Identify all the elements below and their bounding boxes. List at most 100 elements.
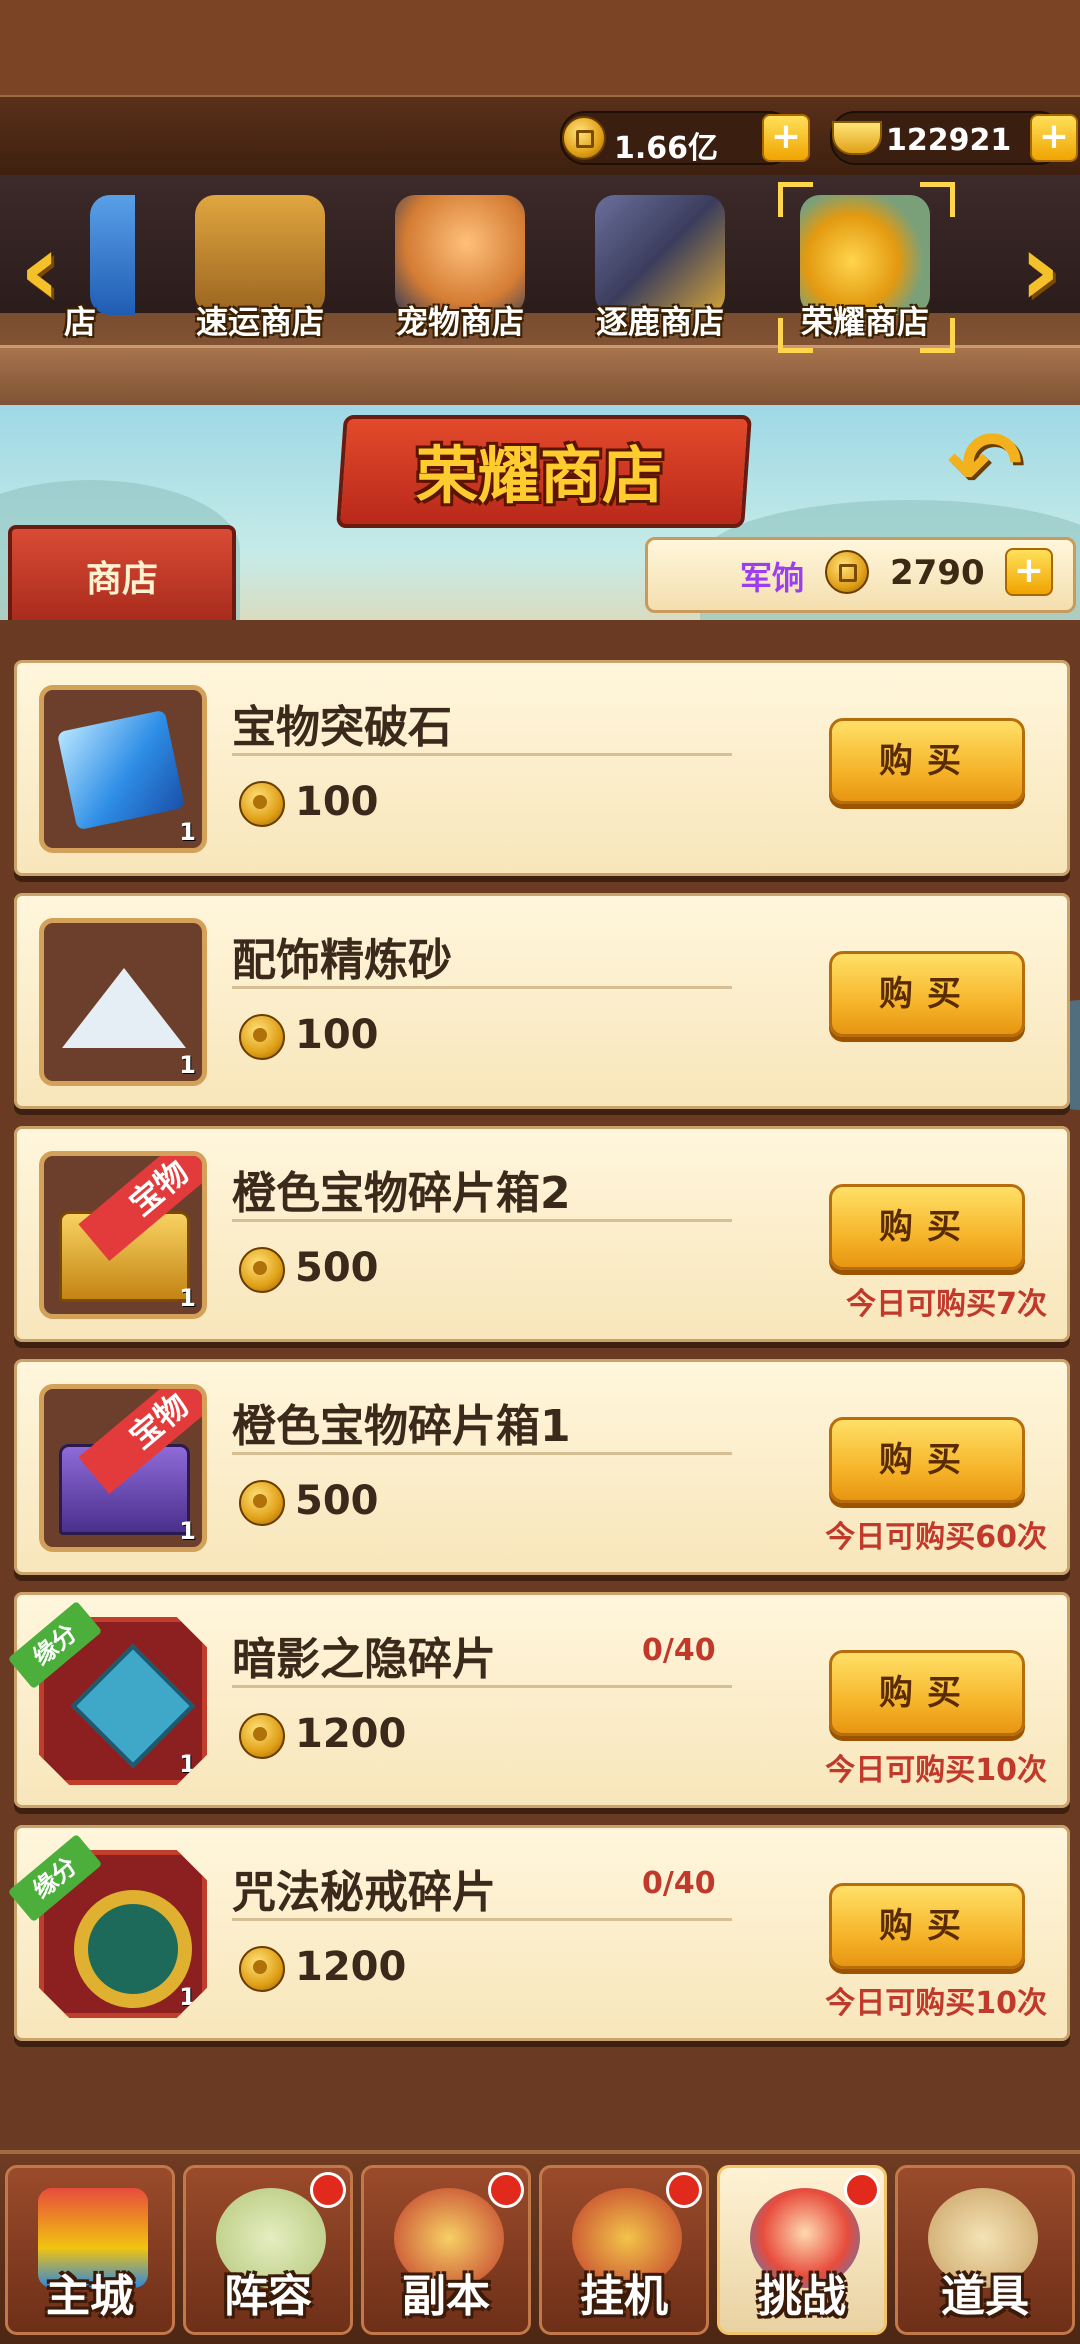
refining-sand-icon [62, 968, 186, 1048]
nav-label: 阵容 [224, 2271, 312, 2322]
item-price: 1200 [295, 1944, 407, 1990]
shop-tab-label: 店 [63, 303, 96, 341]
divider [232, 1219, 732, 1222]
nav-label: 主城 [46, 2271, 134, 2322]
item-slot[interactable]: 宝物 1 [39, 1384, 207, 1552]
gold-amount: 1.66亿 [614, 131, 719, 166]
shop-tab-partial[interactable]: 店 [40, 185, 135, 345]
item-price: 100 [295, 1012, 379, 1058]
item-slot[interactable]: 1 [39, 918, 207, 1086]
buy-button[interactable]: 购买 [829, 1184, 1025, 1270]
shop-tab-label: 逐鹿商店 [595, 303, 724, 341]
divider [232, 1452, 732, 1455]
divider [232, 1918, 732, 1921]
nav-items[interactable]: 道具 [895, 2165, 1075, 2335]
nav-main-city[interactable]: 主城 [5, 2165, 175, 2335]
shop-tab-label: 宠物商店 [395, 303, 524, 341]
coin-icon [239, 1014, 285, 1060]
nav-label: 道具 [941, 2271, 1029, 2322]
purchase-limit: 今日可购买60次 [825, 1520, 1047, 1555]
military-pay-coin-icon [825, 550, 869, 594]
item-quantity: 1 [179, 818, 196, 846]
currency-value: 2790 [890, 553, 985, 593]
item-price: 500 [295, 1245, 379, 1291]
item-quantity: 1 [179, 1750, 196, 1778]
fragment-progress: 0/40 [642, 1633, 716, 1668]
shop-row: 1 暗影之隐碎片 0/40 1200 购买 今日可购买10次 [14, 1592, 1070, 1808]
item-name: 配饰精炼砂 [232, 935, 452, 986]
ingot-pill: 122921 [830, 111, 1064, 165]
notification-dot [488, 2172, 524, 2208]
nav-label: 副本 [402, 2271, 490, 2322]
add-gold-button[interactable]: + [762, 114, 810, 162]
coin-icon [239, 1480, 285, 1526]
ring-icon [74, 1890, 192, 2008]
shop-row: 1 咒法秘戒碎片 0/40 1200 购买 今日可购买10次 [14, 1825, 1070, 2041]
divider [232, 753, 732, 756]
shop-row: 宝物 1 橙色宝物碎片箱2 500 购买 今日可购买7次 [14, 1126, 1070, 1342]
item-name: 橙色宝物碎片箱1 [232, 1401, 571, 1452]
breakthrough-stone-icon [56, 709, 186, 831]
next-shop-arrow-icon[interactable]: › [1010, 220, 1070, 320]
selection-corner [778, 182, 813, 217]
ingot-amount: 122921 [886, 123, 1012, 158]
shop-row: 1 宝物突破石 100 购买 [14, 660, 1070, 876]
resource-bar: 1.66亿 + 122921 + [0, 95, 1080, 178]
selection-corner [920, 318, 955, 353]
gold-coin-icon [562, 116, 606, 160]
selection-corner [920, 182, 955, 217]
buy-button[interactable]: 购买 [829, 951, 1025, 1037]
buy-button[interactable]: 购买 [829, 1650, 1025, 1736]
purchase-limit: 今日可购买10次 [825, 1753, 1047, 1788]
buy-button[interactable]: 购买 [829, 1883, 1025, 1969]
shop-tab-label: 速运商店 [195, 303, 324, 341]
buy-button[interactable]: 购买 [829, 718, 1025, 804]
coin-icon [239, 1247, 285, 1293]
coin-icon [239, 1946, 285, 1992]
item-quantity: 1 [179, 1051, 196, 1079]
fragment-progress: 0/40 [642, 1866, 716, 1901]
shop-row: 1 配饰精炼砂 100 购买 [14, 893, 1070, 1109]
currency-label: 军饷 [740, 559, 805, 597]
purchase-limit: 今日可购买10次 [825, 1986, 1047, 2021]
tab-shop-label: 商店 [85, 559, 158, 600]
coin-icon [239, 1713, 285, 1759]
item-slot[interactable]: 宝物 1 [39, 1151, 207, 1319]
add-currency-button[interactable]: + [1005, 548, 1053, 596]
shop-row: 宝物 1 橙色宝物碎片箱1 500 购买 今日可购买60次 [14, 1359, 1070, 1575]
nav-idle[interactable]: 挂机 [539, 2165, 709, 2335]
item-quantity: 1 [179, 1517, 196, 1545]
nav-label: 挑战 [758, 2271, 846, 2322]
coin-icon [239, 781, 285, 827]
item-slot[interactable]: 1 [39, 685, 207, 853]
selection-corner [778, 318, 813, 353]
shop-tab-contest[interactable]: 逐鹿商店 [565, 185, 755, 345]
notification-dot [844, 2172, 880, 2208]
ingot-icon [832, 121, 882, 155]
divider [232, 1685, 732, 1688]
gold-pill: 1.66亿 [560, 111, 794, 166]
buy-button[interactable]: 购买 [829, 1417, 1025, 1503]
shop-ledge [0, 345, 1080, 408]
item-name: 宝物突破石 [232, 702, 452, 753]
purchase-limit: 今日可购买7次 [846, 1287, 1047, 1322]
divider [232, 986, 732, 989]
item-name: 咒法秘戒碎片 [232, 1867, 496, 1918]
notification-dot [310, 2172, 346, 2208]
nav-lineup[interactable]: 阵容 [183, 2165, 353, 2335]
item-quantity: 1 [179, 1284, 196, 1312]
nav-challenge[interactable]: 挑战 [717, 2165, 887, 2335]
add-ingot-button[interactable]: + [1030, 114, 1078, 162]
shop-tab-pet[interactable]: 宠物商店 [365, 185, 555, 345]
back-arrow-icon[interactable]: ↶ [935, 420, 1035, 510]
page-title: 荣耀商店 [415, 439, 664, 512]
shop-tab-express[interactable]: 速运商店 [165, 185, 355, 345]
item-price: 100 [295, 779, 379, 825]
item-price: 500 [295, 1478, 379, 1524]
nav-dungeon[interactable]: 副本 [361, 2165, 531, 2335]
item-quantity: 1 [179, 1983, 196, 2011]
item-name: 暗影之隐碎片 [232, 1634, 496, 1685]
nav-label: 挂机 [580, 2271, 668, 2322]
status-area [0, 0, 1080, 95]
item-price: 1200 [295, 1711, 407, 1757]
